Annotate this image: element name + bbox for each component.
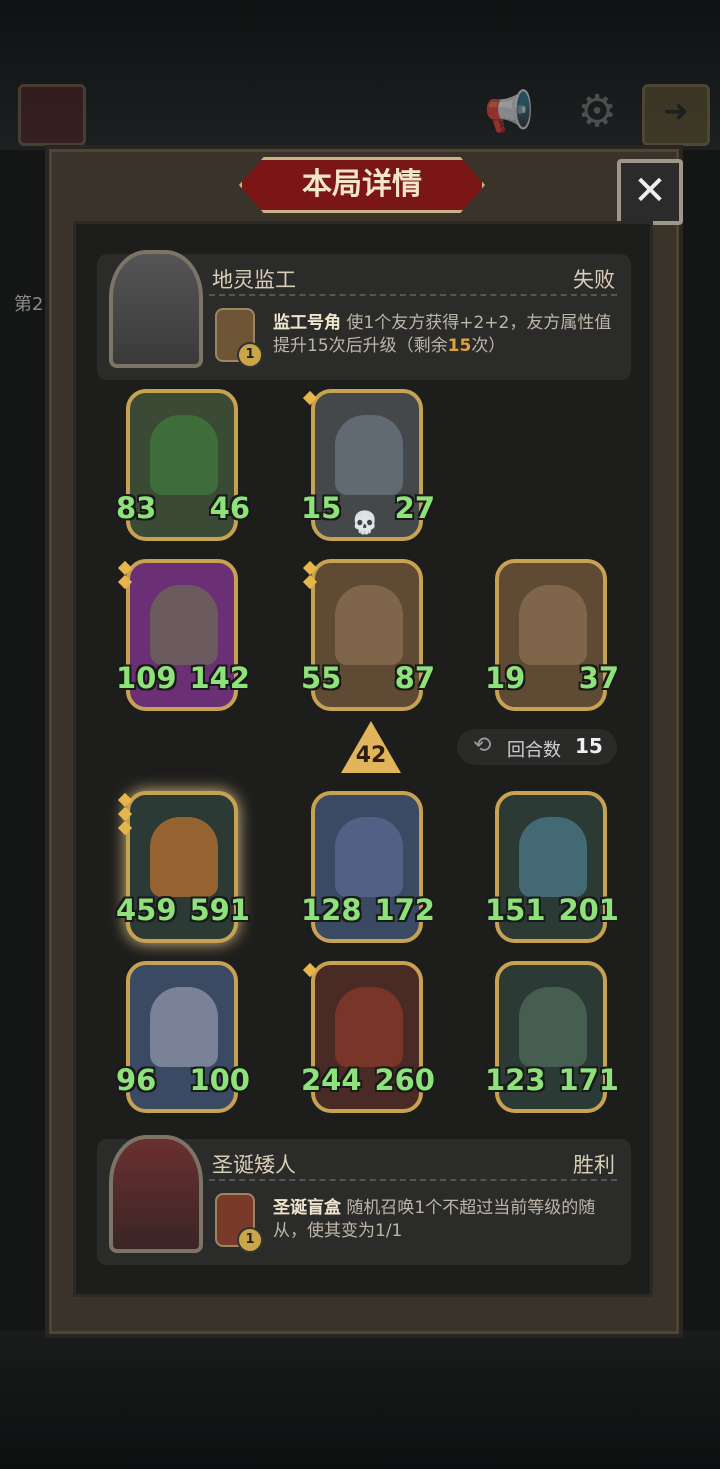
minion-attack: 123 <box>485 1063 546 1101</box>
refresh-icon: ⟲ <box>473 733 492 758</box>
round-value: 15 <box>575 734 603 758</box>
opponent-minion-5[interactable]: 19 37 <box>485 559 619 711</box>
panel-title: 本局详情 <box>239 157 485 213</box>
player-minion-5[interactable]: 244 260 <box>301 961 435 1113</box>
opponent-skill-name: 监工号角 <box>273 313 341 333</box>
wizard-creature-art <box>335 817 403 897</box>
minion-health: 37 <box>578 661 619 699</box>
settings-gear-icon[interactable]: ⚙ <box>566 84 628 140</box>
opponent-minion-3[interactable]: 109 142 <box>116 559 250 711</box>
opponent-hero-card: 地灵监工 失败 1 监工号角 使1个友方获得+2+2，友方属性值提升15次后升级… <box>97 250 631 380</box>
player-hero-portrait[interactable] <box>109 1135 203 1253</box>
exit-icon[interactable]: ➜ <box>642 84 710 146</box>
player-skill-name: 圣诞盲盒 <box>273 1198 341 1218</box>
player-minion-4[interactable]: 96 100 <box>116 961 250 1113</box>
opponent-minion-4[interactable]: 55 87 <box>301 559 435 711</box>
opponent-minion-1[interactable]: 83 46 <box>116 389 250 541</box>
minion-attack: 244 <box>301 1063 362 1101</box>
minion-attack: 15 <box>301 491 342 529</box>
minion-attack: 128 <box>301 893 362 931</box>
player-result: 胜利 <box>573 1153 615 1177</box>
paladin-creature-art <box>150 987 218 1067</box>
minion-health: 46 <box>209 491 250 529</box>
close-button[interactable]: ✕ <box>617 159 683 225</box>
opponent-minion-2[interactable]: 15 💀 27 <box>301 389 435 541</box>
minion-health: 142 <box>189 661 250 699</box>
minion-health: 260 <box>374 1063 435 1101</box>
minion-attack: 55 <box>301 661 342 699</box>
opponent-skill-text-end: 次） <box>471 336 506 356</box>
minion-health: 172 <box>374 893 435 931</box>
player-skill-description: 圣诞盲盒 随机召唤1个不超过当前等级的随从，使其变为1/1 <box>273 1197 613 1243</box>
minion-attack: 151 <box>485 893 546 931</box>
round-counter: ⟲ 回合数 15 <box>457 729 617 765</box>
dragon-creature-art <box>335 987 403 1067</box>
opponent-hero-portrait[interactable] <box>109 250 203 368</box>
side-label: 第2 <box>14 294 44 315</box>
skull-icon: 💀 <box>351 511 379 536</box>
player-minion-6[interactable]: 123 171 <box>485 961 619 1113</box>
announcement-icon[interactable]: 📢 <box>478 84 540 140</box>
player-hero-card: 圣诞矮人 胜利 1 圣诞盲盒 随机召唤1个不超过当前等级的随从，使其变为1/1 <box>97 1135 631 1265</box>
opponent-hero-name: 地灵监工 <box>212 268 296 292</box>
skill-level-badge: 1 <box>237 342 263 368</box>
pumpkin-creature-art <box>150 817 218 897</box>
player-minion-3[interactable]: 151 201 <box>485 791 619 943</box>
minion-attack: 109 <box>116 661 177 699</box>
skill-level-badge: 1 <box>237 1227 263 1253</box>
player-minion-2[interactable]: 128 172 <box>301 791 435 943</box>
side-menu: 第2 <box>0 180 48 480</box>
beast-creature-art <box>519 987 587 1067</box>
treant-creature-art <box>335 585 403 665</box>
match-details-panel: 本局详情 ✕ 地灵监工 失败 1 监工号角 使1个友方获得+2+2，友方属性值提… <box>45 145 683 1338</box>
minion-attack: 96 <box>116 1063 157 1101</box>
opponent-result: 失败 <box>573 268 615 292</box>
treant-creature-art <box>519 585 587 665</box>
minion-health: 201 <box>558 893 619 931</box>
minion-health: 27 <box>394 491 435 529</box>
opponent-skill-description: 监工号角 使1个友方获得+2+2，友方属性值提升15次后升级（剩余15次） <box>273 312 613 358</box>
plant-creature-art <box>150 415 218 495</box>
rock-creature-art <box>150 585 218 665</box>
divider <box>209 294 617 296</box>
player-minion-1[interactable]: 459 591 <box>116 791 250 943</box>
divider <box>209 1179 617 1181</box>
minion-attack: 83 <box>116 491 157 529</box>
round-label: 回合数 <box>507 740 561 761</box>
opponent-skill-remaining: 15 <box>447 336 472 356</box>
minion-health: 100 <box>189 1063 250 1101</box>
player-hero-name: 圣诞矮人 <box>212 1153 296 1177</box>
minion-attack: 459 <box>116 893 177 931</box>
elf-creature-art <box>519 817 587 897</box>
minion-attack: 19 <box>485 661 526 699</box>
minion-health: 591 <box>189 893 250 931</box>
player-avatar[interactable] <box>18 84 86 146</box>
minion-health: 87 <box>394 661 435 699</box>
background-bottom <box>0 1330 720 1469</box>
minion-health: 171 <box>558 1063 619 1101</box>
knight-creature-art <box>335 415 403 495</box>
